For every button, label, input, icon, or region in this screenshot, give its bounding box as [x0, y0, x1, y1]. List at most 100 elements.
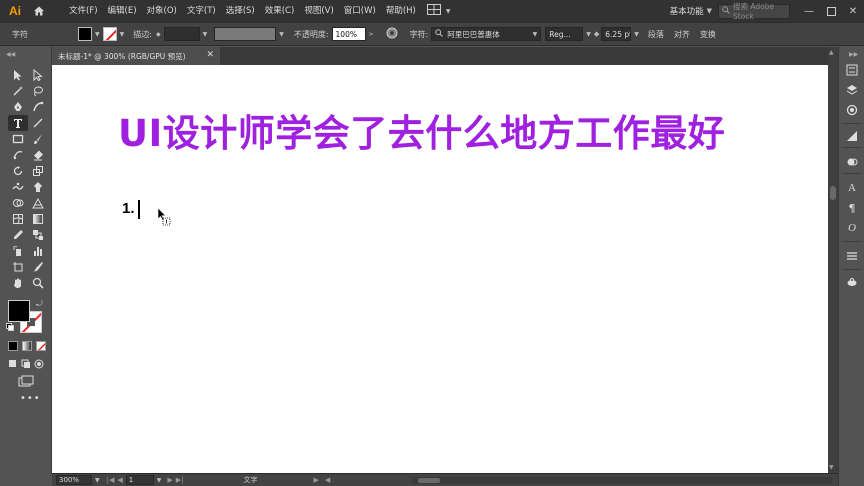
font-style-field[interactable]: Reg... [545, 27, 584, 41]
zoom-dropdown-icon[interactable]: ▼ [95, 477, 100, 484]
type-tool[interactable] [8, 115, 28, 131]
prev-artboard-icon[interactable]: ◀ [117, 476, 122, 484]
close-tab-icon[interactable]: ✕ [206, 50, 214, 60]
puppet-warp-tool[interactable] [28, 179, 48, 195]
artboard-dropdown-icon[interactable]: ▼ [157, 477, 162, 484]
scroll-left-icon[interactable]: ◀ [325, 476, 330, 484]
swap-fill-stroke-icon[interactable]: ⤾ [36, 299, 43, 309]
fill-dropdown-icon[interactable]: ▼ [95, 31, 100, 38]
curvature-tool[interactable] [28, 99, 48, 115]
vertical-scroll-thumb[interactable] [830, 186, 836, 200]
chevron-down-icon[interactable]: ▼ [707, 7, 712, 15]
align-button[interactable]: 对齐 [674, 29, 690, 40]
properties-icon[interactable] [845, 63, 859, 77]
draw-behind-icon[interactable] [21, 359, 31, 372]
variable-width-dropdown-icon[interactable]: ▼ [279, 31, 284, 38]
paintbrush-tool[interactable] [28, 131, 48, 147]
fill-color-box[interactable] [8, 300, 30, 322]
menu-window[interactable]: 窗口(W) [339, 0, 381, 22]
symbol-sprayer-tool[interactable] [8, 243, 28, 259]
close-window-button[interactable]: ✕ [842, 0, 864, 22]
libraries-icon[interactable] [845, 103, 859, 117]
scroll-up-icon[interactable]: ▲ [829, 49, 834, 56]
minimize-button[interactable]: — [798, 0, 820, 22]
appearance-icon[interactable] [845, 155, 859, 169]
shape-builder-tool[interactable] [8, 195, 28, 211]
opentype-panel-icon[interactable]: O [845, 221, 859, 235]
selection-tool[interactable] [8, 67, 28, 83]
opacity-dropdown-icon[interactable]: > [369, 31, 374, 38]
headline-text[interactable]: UI设计师学会了去什么地方工作最好 [118, 103, 725, 157]
slice-tool[interactable] [28, 259, 48, 275]
artboard-number-field[interactable]: 1 [125, 475, 154, 485]
none-mode-icon[interactable] [36, 341, 46, 351]
layers-icon[interactable] [845, 83, 859, 97]
menu-object[interactable]: 对象(O) [142, 0, 182, 22]
font-family-dropdown-icon[interactable]: ▼ [533, 31, 538, 38]
draw-normal-icon[interactable] [8, 359, 18, 372]
maximize-button[interactable] [820, 0, 842, 22]
font-size-dropdown-icon[interactable]: ▼ [634, 31, 639, 38]
menu-help[interactable]: 帮助(H) [381, 0, 421, 22]
paragraph-button[interactable]: 段落 [648, 29, 664, 40]
line-segment-tool[interactable] [28, 115, 48, 131]
column-graph-tool[interactable] [28, 243, 48, 259]
edit-toolbar-icon[interactable]: ••• [20, 393, 41, 404]
zoom-field[interactable]: 300% [56, 475, 92, 485]
blend-tool[interactable] [28, 227, 48, 243]
rectangle-tool[interactable] [8, 131, 28, 147]
eyedropper-tool[interactable] [8, 227, 28, 243]
zoom-tool[interactable] [28, 275, 48, 291]
pen-tool[interactable] [8, 99, 28, 115]
variable-width-field[interactable] [214, 27, 277, 41]
list-number-text[interactable]: 1. [122, 200, 135, 217]
arrange-dropdown-icon[interactable]: ▼ [446, 8, 451, 15]
hand-tool[interactable] [8, 275, 28, 291]
menu-edit[interactable]: 编辑(E) [103, 0, 142, 22]
font-size-stepper-icon[interactable]: ◆ [594, 30, 599, 38]
scale-tool[interactable] [28, 163, 48, 179]
status-menu-icon[interactable]: ▶ [314, 476, 319, 484]
next-artboard-icon[interactable]: ▶ [167, 476, 172, 484]
default-fill-stroke-icon[interactable] [6, 323, 14, 331]
horizontal-scroll-thumb[interactable] [418, 478, 440, 483]
stroke-weight-field[interactable] [163, 27, 200, 41]
stroke-weight-dropdown-icon[interactable]: ▼ [203, 31, 208, 38]
recolor-icon[interactable] [386, 27, 398, 42]
gradient-tool[interactable] [28, 211, 48, 227]
perspective-grid-tool[interactable] [28, 195, 48, 211]
draw-inside-icon[interactable] [34, 359, 44, 372]
menu-file[interactable]: 文件(F) [64, 0, 103, 22]
stock-search-input[interactable]: 搜索 Adobe Stock [718, 2, 790, 21]
magic-wand-tool[interactable] [8, 83, 28, 99]
menu-effect[interactable]: 效果(C) [260, 0, 300, 22]
symbols-icon[interactable] [845, 275, 859, 289]
paragraph-panel-icon[interactable]: ¶ [845, 201, 859, 215]
menu-type[interactable]: 文字(T) [182, 0, 221, 22]
color-guide-icon[interactable] [845, 129, 859, 143]
color-mode-icon[interactable] [8, 341, 18, 351]
menu-view[interactable]: 视图(V) [299, 0, 338, 22]
horizontal-scrollbar[interactable] [412, 477, 832, 484]
rotate-tool[interactable] [8, 163, 28, 179]
shaper-tool[interactable] [8, 147, 28, 163]
eraser-tool[interactable] [28, 147, 48, 163]
document-tab[interactable]: 未标题-1* @ 300% (RGB/GPU 预览) ✕ [52, 47, 220, 65]
lasso-tool[interactable] [28, 83, 48, 99]
last-artboard-icon[interactable]: ▶| [176, 476, 184, 484]
font-family-field[interactable]: 阿里巴巴普惠体 ▼ [431, 27, 542, 41]
font-style-dropdown-icon[interactable]: ▼ [586, 31, 591, 38]
vertical-scrollbar[interactable]: ▲ ▼ [828, 47, 838, 473]
workspace-switcher[interactable]: 基本功能 [670, 5, 704, 17]
menu-select[interactable]: 选择(S) [221, 0, 260, 22]
stroke-swatch[interactable] [102, 27, 117, 41]
transform-button[interactable]: 变换 [700, 29, 716, 40]
warp-tool[interactable] [8, 179, 28, 195]
screen-mode-icon[interactable] [18, 375, 34, 390]
home-icon[interactable] [30, 2, 48, 20]
character-panel-icon[interactable]: A [845, 181, 859, 195]
mesh-tool[interactable] [8, 211, 28, 227]
collapse-icon[interactable]: ◀◀ [6, 51, 15, 58]
artboard-tool[interactable] [8, 259, 28, 275]
scroll-down-icon[interactable]: ▼ [829, 464, 834, 471]
